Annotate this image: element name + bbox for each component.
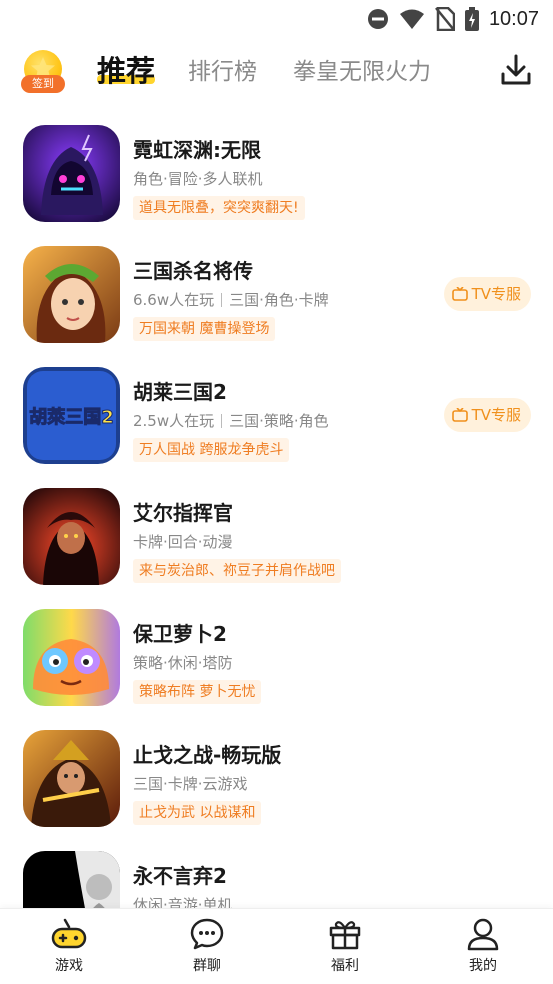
never-give-up-icon[interactable] — [23, 851, 120, 908]
game-item[interactable]: 三国杀名将传 6.6w人在玩 三国·角色·卡牌 万国来朝 魔曹操登场 TV专服 — [0, 233, 553, 354]
game-tag: 止戈为武 以战谋和 — [133, 801, 262, 825]
game-name: 永不言弃2 — [133, 864, 227, 888]
game-genres: 三国·卡牌·云游戏 — [133, 775, 248, 793]
nav-games[interactable]: 游戏 — [29, 917, 109, 979]
game-name: 保卫萝卜2 — [133, 622, 227, 646]
game-tag: 道具无限叠，突突爽翻天! — [133, 196, 305, 220]
game-meta: 2.5w人在玩 三国·策略·角色 — [133, 410, 329, 431]
game-name: 胡莱三国2 — [133, 380, 227, 404]
game-item[interactable]: 永不言弃2 休闲·音游·单机 — [0, 838, 553, 908]
checkin-badge: 签到 — [21, 75, 65, 93]
nav-group-chat[interactable]: 群聊 — [167, 917, 247, 979]
tab-ranking[interactable]: 排行榜 — [188, 52, 257, 86]
tv-badge-label: TV专服 — [471, 406, 521, 424]
game-genres: 三国·策略·角色 — [229, 412, 329, 430]
nav-label: 群聊 — [193, 958, 221, 974]
icon-logo-text: 胡萊三国2 — [29, 406, 114, 428]
game-name: 三国杀名将传 — [133, 259, 253, 283]
tv-icon — [451, 408, 468, 422]
tab-label: 排行榜 — [188, 59, 257, 85]
game-genres: 休闲·音游·单机 — [133, 896, 233, 908]
status-time: 10:07 — [488, 7, 539, 30]
tab-label: 推荐 — [97, 54, 156, 88]
profile-icon — [467, 918, 499, 951]
game-meta: 6.6w人在玩 三国·角色·卡牌 — [133, 289, 329, 310]
dnd-icon — [367, 9, 388, 29]
tab-label: 拳皇无限火力 — [293, 59, 431, 85]
no-sim-icon — [434, 7, 455, 31]
zhige-war-icon[interactable] — [23, 730, 120, 827]
game-item[interactable]: 保卫萝卜2 策略·休闲·塔防 策略布阵 萝卜无忧 — [0, 596, 553, 717]
hulai-sanguo-icon[interactable]: 胡萊三国2 — [23, 367, 120, 464]
game-item[interactable]: 胡萊三国2 胡莱三国2 2.5w人在玩 三国·策略·角色 万人国战 跨服龙争虎斗… — [0, 354, 553, 475]
meta-divider — [221, 292, 223, 307]
tab-recommend[interactable]: 推荐 — [97, 48, 156, 90]
wifi-icon — [399, 9, 424, 29]
game-list[interactable]: 霓虹深渊:无限 角色·冒险·多人联机 道具无限叠，突突爽翻天! 三国杀名将传 6… — [0, 112, 553, 908]
nav-label: 福利 — [331, 958, 359, 974]
status-icons: 10:07 — [367, 6, 539, 32]
tv-icon — [451, 287, 468, 301]
nav-welfare[interactable]: 福利 — [305, 917, 385, 979]
game-name: 霓虹深渊:无限 — [133, 138, 261, 162]
gift-icon — [329, 921, 361, 950]
game-item[interactable]: 艾尔指挥官 卡牌·回合·动漫 来与炭治郎、祢豆子并肩作战吧 — [0, 475, 553, 596]
game-meta: 策略·休闲·塔防 — [133, 652, 233, 673]
player-count: 6.6w人在玩 — [133, 291, 215, 309]
tv-badge-label: TV专服 — [471, 285, 521, 303]
chat-icon — [190, 918, 224, 950]
game-genres: 策略·休闲·塔防 — [133, 654, 233, 672]
game-tag: 策略布阵 萝卜无忧 — [133, 680, 262, 704]
top-header: 签到 推荐 排行榜 拳皇无限火力 — [0, 40, 553, 104]
game-item[interactable]: 止戈之战-畅玩版 三国·卡牌·云游戏 止戈为武 以战谋和 — [0, 717, 553, 838]
sanguosha-icon[interactable] — [23, 246, 120, 343]
game-tag: 万人国战 跨服龙争虎斗 — [133, 438, 290, 462]
download-icon[interactable] — [501, 54, 531, 86]
game-meta: 角色·冒险·多人联机 — [133, 168, 263, 189]
checkin-button[interactable]: 签到 — [21, 50, 65, 94]
game-tag: 万国来朝 魔曹操登场 — [133, 317, 276, 341]
bottom-nav: 游戏 群聊 福利 我的 — [0, 908, 553, 984]
tv-server-badge[interactable]: TV专服 — [443, 398, 531, 432]
meta-divider — [221, 413, 223, 428]
game-meta: 卡牌·回合·动漫 — [133, 531, 233, 552]
game-tag: 来与炭治郎、祢豆子并肩作战吧 — [133, 559, 341, 583]
tab-kof-unlimited[interactable]: 拳皇无限火力 — [293, 52, 431, 86]
game-meta: 休闲·音游·单机 — [133, 894, 233, 908]
status-bar: 10:07 — [0, 0, 553, 38]
nav-profile[interactable]: 我的 — [443, 917, 523, 979]
nav-label: 游戏 — [55, 958, 83, 974]
game-name: 艾尔指挥官 — [133, 501, 233, 525]
player-count: 2.5w人在玩 — [133, 412, 215, 430]
nav-label: 我的 — [469, 958, 497, 974]
game-item[interactable]: 霓虹深渊:无限 角色·冒险·多人联机 道具无限叠，突突爽翻天! — [0, 112, 553, 233]
battery-icon — [464, 7, 479, 31]
game-genres: 卡牌·回合·动漫 — [133, 533, 233, 551]
game-meta: 三国·卡牌·云游戏 — [133, 773, 248, 794]
carrot-fantasy-icon[interactable] — [23, 609, 120, 706]
game-genres: 角色·冒险·多人联机 — [133, 170, 263, 188]
aier-commander-icon[interactable] — [23, 488, 120, 585]
neon-abyss-icon[interactable] — [23, 125, 120, 222]
tv-server-badge[interactable]: TV专服 — [443, 277, 531, 311]
game-name: 止戈之战-畅玩版 — [133, 743, 282, 767]
game-genres: 三国·角色·卡牌 — [229, 291, 329, 309]
gamepad-icon — [51, 918, 87, 949]
